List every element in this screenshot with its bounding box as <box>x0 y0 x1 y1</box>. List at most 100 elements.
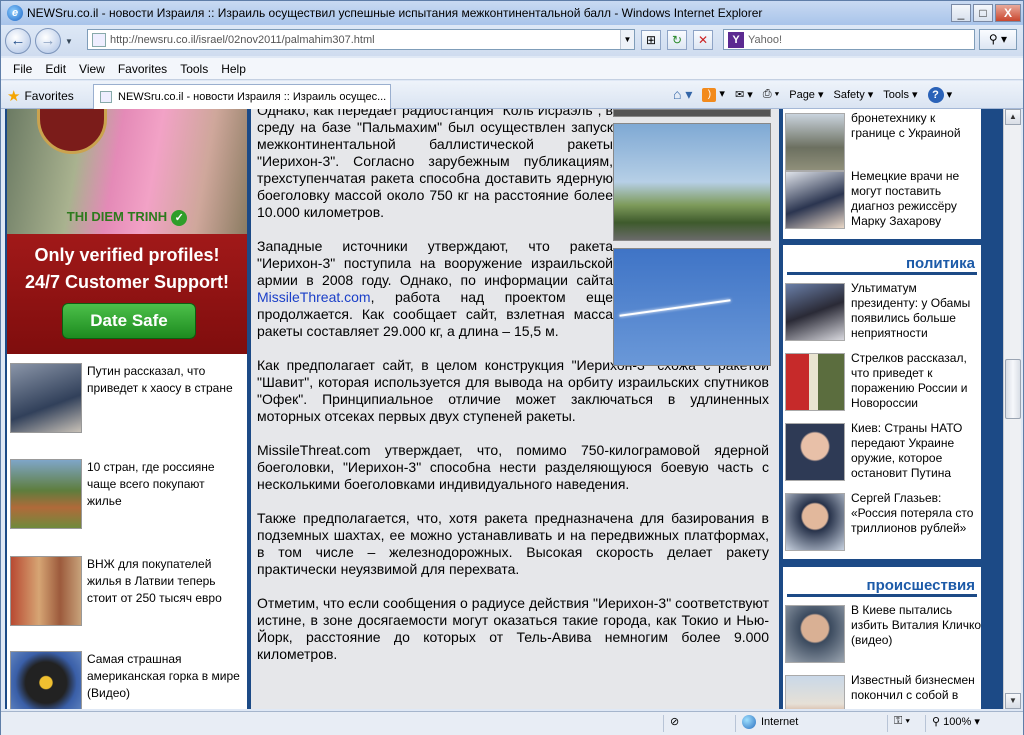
vertical-scrollbar[interactable]: ▲ ▼ <box>1003 109 1021 709</box>
right-news-item[interactable]: Киев: Страны НАТО передают Украине оружи… <box>785 421 979 489</box>
refresh-icon[interactable]: ↻ <box>667 30 687 50</box>
help-button[interactable]: ? ▾ <box>927 86 952 103</box>
feeds-button[interactable]: ) ▾ <box>702 87 725 102</box>
blocked-icon: ⊘ <box>670 716 680 728</box>
forward-icon[interactable]: → <box>35 28 61 54</box>
right-news-item[interactable]: Стрелков рассказал, что приведет к пораж… <box>785 351 979 419</box>
menu-file[interactable]: File <box>13 62 32 76</box>
incidents-heading[interactable]: происшествия <box>787 577 977 597</box>
article-image-launch[interactable] <box>613 123 771 241</box>
menu-favorites[interactable]: Favorites <box>118 62 167 76</box>
right-news-title[interactable]: Известный бизнесмен покончил с собой в <box>851 673 981 703</box>
safety-menu-label: Safety <box>833 89 865 101</box>
mail-icon[interactable]: ✉ ▾ <box>735 88 753 101</box>
status-bar: ⊘ Internet ⚿ ▾ ⚲ 100% ▾ <box>1 711 1023 735</box>
command-bar: ⌂ ▾ ) ▾ ✉ ▾ ⎙ ▾ Page ▾ Safety ▾ Tools ▾ … <box>673 86 962 103</box>
right-news-title[interactable]: В Киеве пытались избить Виталия Кличко (… <box>851 603 981 648</box>
article-image-contrail[interactable] <box>613 248 771 366</box>
favorites-bar: ★ Favorites NEWSru.co.il - новости Израи… <box>1 81 1023 109</box>
tab-page-icon <box>100 91 112 103</box>
right-news-item[interactable]: Известный бизнесмен покончил с собой в <box>785 673 979 709</box>
tab-label: NEWSru.co.il - новости Израиля :: Израил… <box>118 91 387 103</box>
right-news-title[interactable]: Стрелков рассказал, что приведет к пораж… <box>851 351 981 411</box>
left-news-title[interactable]: Путин рассказал, что приведет к хаосу в … <box>87 363 242 397</box>
politics-heading[interactable]: политика <box>787 255 977 275</box>
date-safe-button[interactable]: Date Safe <box>62 303 196 339</box>
safety-menu[interactable]: Safety ▾ <box>834 88 874 101</box>
right-news-title[interactable]: Киев: Страны НАТО передают Украине оружи… <box>851 421 981 481</box>
browser-window: e NEWSru.co.il - новости Израиля :: Изра… <box>0 0 1024 735</box>
article-text: Западные источники утверждают, что ракет… <box>257 238 613 288</box>
scroll-down-icon[interactable]: ▼ <box>1005 693 1021 709</box>
right-news-title[interactable]: бронетехнику к границе с Украиной <box>851 111 981 141</box>
menu-edit[interactable]: Edit <box>45 62 66 76</box>
search-input[interactable]: Yahoo! <box>748 34 782 46</box>
zoom-control[interactable]: ⚲ 100% ▾ <box>925 715 1021 732</box>
article-paragraph: Отметим, что если сообщения о радиусе де… <box>257 595 769 662</box>
window-title: NEWSru.co.il - новости Израиля :: Израил… <box>27 6 763 20</box>
ad-name-row: THI DIEM TRINH ✓ <box>7 205 247 229</box>
home-icon[interactable]: ⌂ ▾ <box>673 86 692 103</box>
news-thumbnail <box>785 171 845 229</box>
scroll-thumb[interactable] <box>1005 359 1021 419</box>
right-news-item[interactable]: В Киеве пытались избить Виталия Кличко (… <box>785 603 981 671</box>
print-icon[interactable]: ⎙ ▾ <box>763 88 779 101</box>
dating-ad[interactable]: THI DIEM TRINH ✓ Only verified profiles! … <box>7 109 247 354</box>
menu-view[interactable]: View <box>79 62 105 76</box>
right-news-item[interactable]: Сергей Глазьев: «Россия потеряла сто три… <box>785 491 979 559</box>
left-news-item[interactable]: Самая страшная американская горка в мире… <box>7 647 247 709</box>
page-icon <box>92 32 106 47</box>
status-zone-segment[interactable]: Internet <box>735 715 885 732</box>
left-news-item[interactable]: 10 стран, где россияне чаще всего покупа… <box>7 455 247 545</box>
ie-logo-icon: e <box>7 5 23 21</box>
back-icon[interactable]: ← <box>5 28 31 54</box>
news-thumbnail <box>785 423 845 481</box>
article-paragraph: MissileThreat.com утверждает, что, помим… <box>257 442 769 492</box>
article-paragraph: Также предполагается, что, хотя ракета п… <box>257 510 769 577</box>
status-security-segment[interactable]: ⚿ ▾ <box>887 715 923 732</box>
article-paragraph: Западные источники утверждают, что ракет… <box>257 238 613 340</box>
stop-icon[interactable]: ✕ <box>693 30 713 50</box>
left-news-title[interactable]: Самая страшная американская горка в мире… <box>87 651 242 702</box>
zoom-level: 100% <box>943 716 972 728</box>
left-news-item[interactable]: Путин рассказал, что приведет к хаосу в … <box>7 359 247 449</box>
ad-line-2: 24/7 Customer Support! <box>24 272 230 292</box>
rss-icon: ) <box>702 88 717 102</box>
missilethreat-link[interactable]: MissileThreat.com <box>257 289 371 305</box>
search-icon[interactable]: ⚲ ▾ <box>979 29 1017 50</box>
right-news-title[interactable]: Немецкие врачи не могут поставить диагно… <box>851 169 981 229</box>
right-news-item[interactable]: Немецкие врачи не могут поставить диагно… <box>785 169 979 237</box>
menu-tools[interactable]: Tools <box>180 62 208 76</box>
right-news-title[interactable]: Сергей Глазьев: «Россия потеряла сто три… <box>851 491 981 536</box>
left-news-title[interactable]: 10 стран, где россияне чаще всего покупа… <box>87 459 242 510</box>
news-thumbnail <box>10 651 82 709</box>
status-protected-segment: ⊘ <box>663 715 733 732</box>
ad-name: THI DIEM TRINH <box>66 209 168 224</box>
favorites-button[interactable]: ★ Favorites <box>7 87 74 105</box>
scroll-up-icon[interactable]: ▲ <box>1005 109 1021 125</box>
search-box[interactable]: Y Yahoo! <box>723 29 975 50</box>
left-news-title[interactable]: ВНЖ для покупателей жилья в Латвии тепер… <box>87 556 242 607</box>
address-bar[interactable]: http://newsru.co.il/israel/02nov2011/pal… <box>87 29 635 50</box>
left-news-item[interactable]: ВНЖ для покупателей жилья в Латвии тепер… <box>7 552 247 642</box>
news-thumbnail <box>785 283 845 341</box>
right-news-item[interactable]: Ультиматум президенту: у Обамы появились… <box>785 281 979 349</box>
menu-help[interactable]: Help <box>221 62 246 76</box>
ad-line-1: Only verified profiles! <box>34 245 220 265</box>
maximize-button[interactable]: □ <box>973 4 993 22</box>
compatibility-icon[interactable]: ⊞ <box>641 30 661 50</box>
left-column: THI DIEM TRINH ✓ Only verified profiles! … <box>7 109 247 709</box>
incidents-box: происшествия В Киеве пытались избить Вит… <box>783 567 981 709</box>
tools-menu-label: Tools <box>883 89 909 101</box>
news-thumbnail <box>785 605 845 663</box>
minimize-button[interactable]: _ <box>951 4 971 22</box>
address-dropdown-icon[interactable]: ▼ <box>620 30 634 49</box>
url-text[interactable]: http://newsru.co.il/israel/02nov2011/pal… <box>110 34 620 46</box>
tab-active[interactable]: NEWSru.co.il - новости Израиля :: Израил… <box>93 84 391 109</box>
close-button[interactable]: X <box>995 4 1021 22</box>
history-dropdown-icon[interactable]: ▼ <box>65 37 73 46</box>
page-menu[interactable]: Page ▾ <box>789 88 823 101</box>
tools-menu[interactable]: Tools ▾ <box>883 88 917 101</box>
news-thumbnail <box>785 493 845 551</box>
right-news-title[interactable]: Ультиматум президенту: у Обамы появились… <box>851 281 981 341</box>
